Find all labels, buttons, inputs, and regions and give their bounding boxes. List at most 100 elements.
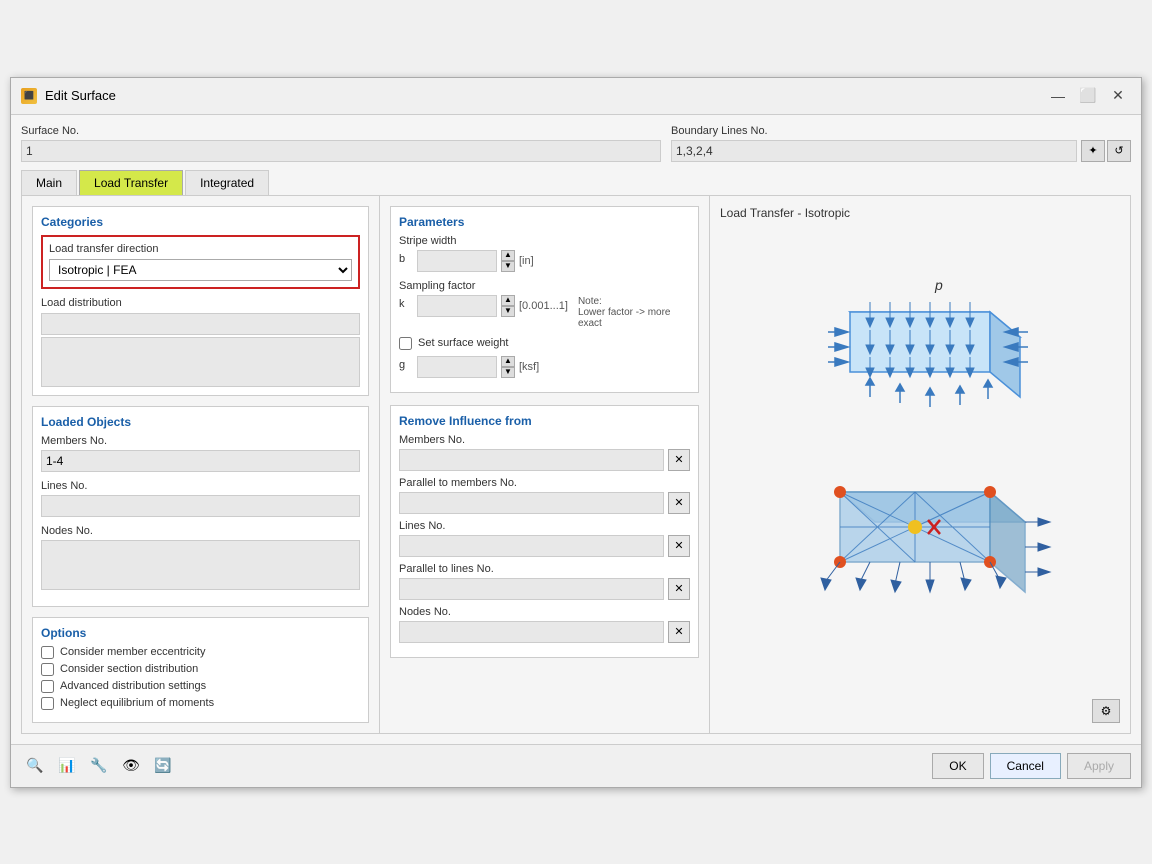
stripe-width-up[interactable]: ▲	[501, 250, 515, 261]
main-body: Categories Load transfer direction Isotr…	[21, 196, 1131, 734]
note-label: Note:	[578, 296, 690, 307]
stripe-width-input[interactable]	[417, 250, 497, 272]
close-button[interactable]: ✕	[1105, 86, 1131, 106]
options-title: Options	[41, 626, 360, 640]
nodes-no-label: Nodes No.	[41, 525, 360, 537]
remove-nodes-input[interactable]	[399, 621, 664, 643]
toolbar-eye-button[interactable]: 👁	[117, 753, 145, 779]
load-direction-dropdown-row: Isotropic | FEA In X direction In Y dire…	[49, 259, 352, 281]
load-direction-label: Load transfer direction	[49, 243, 352, 255]
remove-section: Remove Influence from Members No. ✕ Para…	[390, 405, 699, 658]
option-equilibrium-checkbox[interactable]	[41, 697, 54, 710]
sampling-up[interactable]: ▲	[501, 295, 515, 306]
parallel-lines-btn[interactable]: ✕	[668, 578, 690, 600]
parallel-members-btn[interactable]: ✕	[668, 492, 690, 514]
sampling-input[interactable]	[417, 295, 497, 317]
remove-nodes-row: ✕	[399, 621, 690, 643]
categories-title: Categories	[41, 215, 360, 229]
note-group: Note: Lower factor -> more exact	[578, 280, 690, 329]
apply-button[interactable]: Apply	[1067, 753, 1131, 779]
toolbar-refresh-button[interactable]: 🔄	[149, 753, 177, 779]
toolbar-chart-button[interactable]: 📊	[53, 753, 81, 779]
minimize-button[interactable]: —	[1045, 86, 1071, 106]
sampling-sublabel: k	[399, 298, 413, 310]
option-eccentricity-row: Consider member eccentricity	[41, 646, 360, 659]
load-distribution-area	[41, 337, 360, 387]
boundary-label: Boundary Lines No.	[671, 125, 1131, 137]
stripe-width-group: Stripe width b ▲ ▼ [in]	[399, 235, 690, 272]
parallel-members-row: ✕	[399, 492, 690, 514]
stripe-width-label: Stripe width	[399, 235, 690, 247]
lines-no-label: Lines No.	[41, 480, 360, 492]
sampling-range: [0.001...1]	[519, 300, 568, 312]
viz-settings-button[interactable]: ⚙	[1092, 699, 1120, 723]
sampling-down[interactable]: ▼	[501, 306, 515, 317]
members-no-input[interactable]	[41, 450, 360, 472]
option-section-checkbox[interactable]	[41, 663, 54, 676]
boundary-select-button[interactable]: ✦	[1081, 140, 1105, 162]
remove-lines-label: Lines No.	[399, 520, 690, 532]
surface-weight-up[interactable]: ▲	[501, 356, 515, 367]
stripe-width-down[interactable]: ▼	[501, 261, 515, 272]
remove-nodes-btn[interactable]: ✕	[668, 621, 690, 643]
note-text: Lower factor -> more exact	[578, 307, 690, 329]
load-distribution-label: Load distribution	[41, 297, 360, 309]
remove-nodes-label: Nodes No.	[399, 606, 690, 618]
maximize-button[interactable]: ⬜	[1075, 86, 1101, 106]
remove-lines-btn[interactable]: ✕	[668, 535, 690, 557]
option-advanced-row: Advanced distribution settings	[41, 680, 360, 693]
cancel-button[interactable]: Cancel	[990, 753, 1061, 779]
right-panel: Load Transfer - Isotropic p	[710, 196, 1130, 733]
surface-weight-checkbox-row: Set surface weight	[399, 337, 690, 350]
option-advanced-checkbox[interactable]	[41, 680, 54, 693]
title-bar-buttons: — ⬜ ✕	[1045, 86, 1131, 106]
nodes-no-input[interactable]	[41, 540, 360, 590]
surface-no-input[interactable]	[21, 140, 661, 162]
boundary-input[interactable]	[671, 140, 1077, 162]
surface-weight-unit: [ksf]	[519, 361, 539, 373]
toolbar-search-button[interactable]: 🔍	[21, 753, 49, 779]
params-section: Parameters Stripe width b ▲ ▼ [in]	[390, 206, 699, 393]
svg-text:p: p	[934, 277, 943, 293]
tab-integrated[interactable]: Integrated	[185, 170, 269, 195]
remove-members-btn[interactable]: ✕	[668, 449, 690, 471]
boundary-refresh-button[interactable]: ↺	[1107, 140, 1131, 162]
sampling-spinners: ▲ ▼	[501, 295, 515, 317]
surface-weight-down[interactable]: ▼	[501, 367, 515, 378]
bottom-toolbar: 🔍 📊 🔧 👁 🔄 OK Cancel Apply	[11, 744, 1141, 787]
categories-section: Categories Load transfer direction Isotr…	[32, 206, 369, 396]
load-distribution-section: Load distribution	[41, 297, 360, 387]
tab-main[interactable]: Main	[21, 170, 77, 195]
middle-panel: Parameters Stripe width b ▲ ▼ [in]	[380, 196, 710, 733]
sampling-factor-row: k ▲ ▼ [0.001...1]	[399, 295, 568, 317]
remove-members-input[interactable]	[399, 449, 664, 471]
toolbar-tool-button[interactable]: 🔧	[85, 753, 113, 779]
params-title: Parameters	[399, 215, 690, 229]
surface-weight-input[interactable]	[417, 356, 497, 378]
options-section: Options Consider member eccentricity Con…	[32, 617, 369, 723]
title-bar: ⬛ Edit Surface — ⬜ ✕	[11, 78, 1141, 115]
option-eccentricity-label: Consider member eccentricity	[60, 646, 206, 658]
surface-weight-spinners: ▲ ▼	[501, 356, 515, 378]
option-eccentricity-checkbox[interactable]	[41, 646, 54, 659]
surface-no-label: Surface No.	[21, 125, 661, 137]
tab-load-transfer[interactable]: Load Transfer	[79, 170, 183, 195]
parallel-lines-label: Parallel to lines No.	[399, 563, 690, 575]
visualization-svg: p	[750, 252, 1090, 672]
surface-weight-checkbox[interactable]	[399, 337, 412, 350]
remove-lines-input[interactable]	[399, 535, 664, 557]
content-area: Surface No. Boundary Lines No. ✦ ↺ Main	[11, 115, 1141, 744]
parallel-members-input[interactable]	[399, 492, 664, 514]
surface-weight-sublabel: g	[399, 359, 413, 371]
boundary-section: ✦ ↺	[671, 140, 1131, 162]
lines-no-input[interactable]	[41, 495, 360, 517]
edit-surface-window: ⬛ Edit Surface — ⬜ ✕ Surface No. Boundar…	[10, 77, 1142, 788]
ok-button[interactable]: OK	[932, 753, 983, 779]
parallel-lines-input[interactable]	[399, 578, 664, 600]
viz-footer: ⚙	[720, 699, 1120, 723]
surface-weight-label: Set surface weight	[418, 337, 509, 349]
load-direction-box: Load transfer direction Isotropic | FEA …	[41, 235, 360, 289]
load-distribution-field	[41, 313, 360, 335]
load-direction-select[interactable]: Isotropic | FEA In X direction In Y dire…	[49, 259, 352, 281]
sampling-note-row: Sampling factor k ▲ ▼ [0.001...1]	[399, 280, 690, 329]
